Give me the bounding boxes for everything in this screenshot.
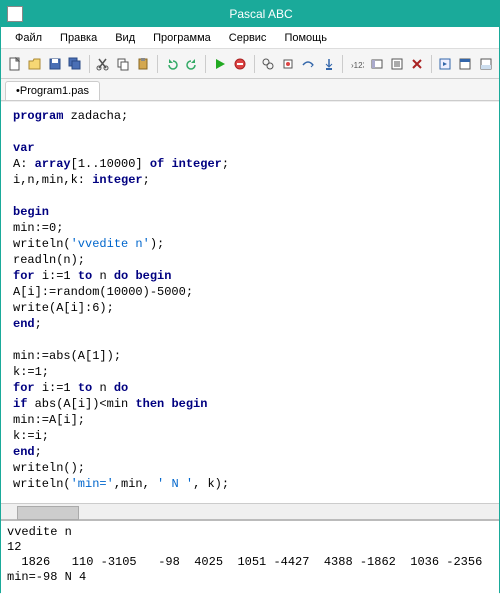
save-all-icon[interactable] — [65, 54, 84, 74]
menu-program[interactable]: Программа — [145, 30, 219, 46]
menu-bar: Файл Правка Вид Программа Сервис Помощь — [1, 27, 499, 49]
code-line — [13, 332, 497, 348]
exe-icon[interactable] — [436, 54, 455, 74]
window-icon[interactable] — [456, 54, 475, 74]
redo-icon[interactable] — [182, 54, 201, 74]
code-line: for i:=1 to n do — [13, 380, 497, 396]
output-line: vvedite n — [7, 525, 493, 540]
code-line: writeln('min=',min, ' N ', k); — [13, 476, 497, 492]
output-line: 12 — [7, 540, 493, 555]
bookmark-icon[interactable] — [367, 54, 386, 74]
font-size-icon[interactable]: ›123 — [347, 54, 366, 74]
code-line: k:=i; — [13, 428, 497, 444]
code-line: writeln(); — [13, 460, 497, 476]
step-over-icon[interactable] — [299, 54, 318, 74]
code-line: min:=abs(A[1]); — [13, 348, 497, 364]
svg-text:›123: ›123 — [351, 61, 364, 70]
code-line: var — [13, 140, 497, 156]
code-line — [13, 124, 497, 140]
code-line — [13, 188, 497, 204]
code-line: writeln('vvedite n'); — [13, 236, 497, 252]
stop-icon[interactable] — [230, 54, 249, 74]
window-title: Pascal ABC — [29, 7, 493, 21]
tab-bar: •Program1.pas — [1, 79, 499, 101]
output-panel[interactable]: vvedite n12 1826 110 -3105 -98 4025 1051… — [1, 519, 499, 594]
run-icon[interactable] — [210, 54, 229, 74]
menu-service[interactable]: Сервис — [221, 30, 275, 46]
code-line: min:=A[i]; — [13, 412, 497, 428]
code-line: end; — [13, 316, 497, 332]
new-file-icon[interactable] — [5, 54, 24, 74]
code-line: k:=1; — [13, 364, 497, 380]
cut-icon[interactable] — [94, 54, 113, 74]
app-icon — [7, 6, 23, 22]
code-line: write(A[i]:6); — [13, 300, 497, 316]
toolbar-separator — [254, 55, 255, 73]
code-line: readln(n); — [13, 252, 497, 268]
code-line: A[i]:=random(10000)-5000; — [13, 284, 497, 300]
close-icon[interactable] — [408, 54, 427, 74]
code-line: end; — [13, 444, 497, 460]
menu-edit[interactable]: Правка — [52, 30, 105, 46]
menu-file[interactable]: Файл — [7, 30, 50, 46]
output-icon[interactable] — [476, 54, 495, 74]
paste-icon[interactable] — [134, 54, 153, 74]
toolbar-separator — [205, 55, 206, 73]
code-line: min:=0; — [13, 220, 497, 236]
toolbar-separator — [157, 55, 158, 73]
code-line: begin — [13, 204, 497, 220]
undo-icon[interactable] — [162, 54, 181, 74]
options-icon[interactable] — [387, 54, 406, 74]
code-line — [13, 492, 497, 503]
toolbar-separator — [342, 55, 343, 73]
open-file-icon[interactable] — [25, 54, 44, 74]
tab-program1[interactable]: •Program1.pas — [5, 81, 100, 100]
toolbar-separator — [89, 55, 90, 73]
horizontal-scrollbar[interactable] — [1, 503, 499, 519]
menu-view[interactable]: Вид — [107, 30, 143, 46]
code-line: program zadacha; — [13, 108, 497, 124]
menu-help[interactable]: Помощь — [276, 30, 335, 46]
code-line: for i:=1 to n do begin — [13, 268, 497, 284]
output-line: min=-98 N 4 — [7, 570, 493, 585]
code-line: A: array[1..10000] of integer; — [13, 156, 497, 172]
watch-icon[interactable] — [259, 54, 278, 74]
toolbar-separator — [431, 55, 432, 73]
toolbar: ›123 — [1, 49, 499, 79]
code-line: i,n,min,k: integer; — [13, 172, 497, 188]
copy-icon[interactable] — [114, 54, 133, 74]
step-into-icon[interactable] — [319, 54, 338, 74]
output-line: 1826 110 -3105 -98 4025 1051 -4427 4388 … — [7, 555, 493, 570]
save-icon[interactable] — [45, 54, 64, 74]
code-line: if abs(A[i])<min then begin — [13, 396, 497, 412]
code-editor[interactable]: program zadacha; varA: array[1..10000] o… — [1, 101, 499, 503]
debug-icon[interactable] — [279, 54, 298, 74]
title-bar: Pascal ABC — [1, 1, 499, 27]
